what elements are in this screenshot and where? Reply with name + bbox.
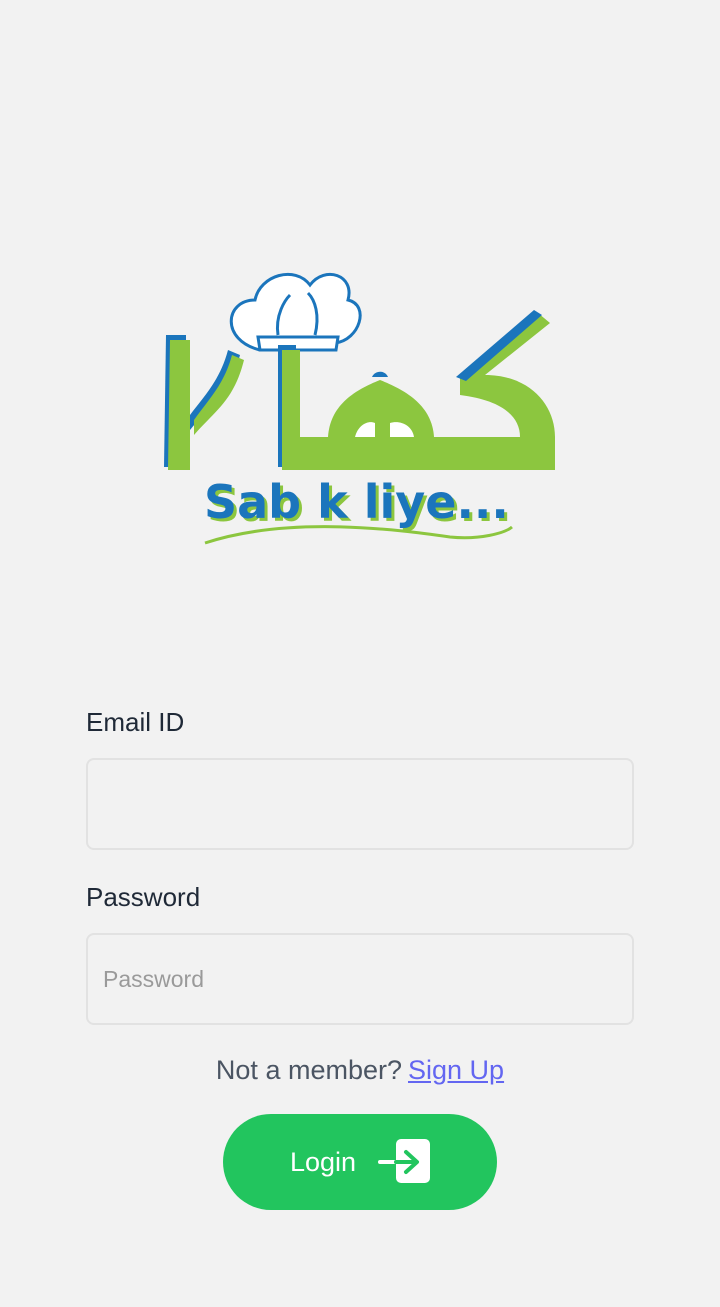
login-form: Email ID Password <box>86 700 634 1025</box>
sign-up-link[interactable]: Sign Up <box>408 1055 504 1085</box>
password-label: Password <box>86 882 201 912</box>
login-button-label: Login <box>289 1146 357 1177</box>
logo-graphic: Sab k liye... Sab k liye... <box>164 272 555 545</box>
signup-prompt-row: Not a member? Sign Up <box>0 1050 720 1090</box>
email-field[interactable] <box>88 760 632 848</box>
logo-tagline: Sab k liye... <box>204 475 509 529</box>
password-field[interactable] <box>88 935 632 1023</box>
login-arrow-icon <box>378 1139 431 1185</box>
login-button[interactable]: Login <box>223 1114 497 1210</box>
chef-hat-icon <box>229 272 362 352</box>
logo-lettering <box>164 310 555 470</box>
email-label: Email ID <box>86 707 185 737</box>
password-field-box <box>86 933 634 1025</box>
login-screen: Sab k liye... Sab k liye... Email ID Pas… <box>0 0 720 1307</box>
signup-prompt: Not a member? <box>215 1055 402 1085</box>
app-logo: Sab k liye... Sab k liye... <box>150 255 570 555</box>
email-field-box <box>86 758 634 850</box>
